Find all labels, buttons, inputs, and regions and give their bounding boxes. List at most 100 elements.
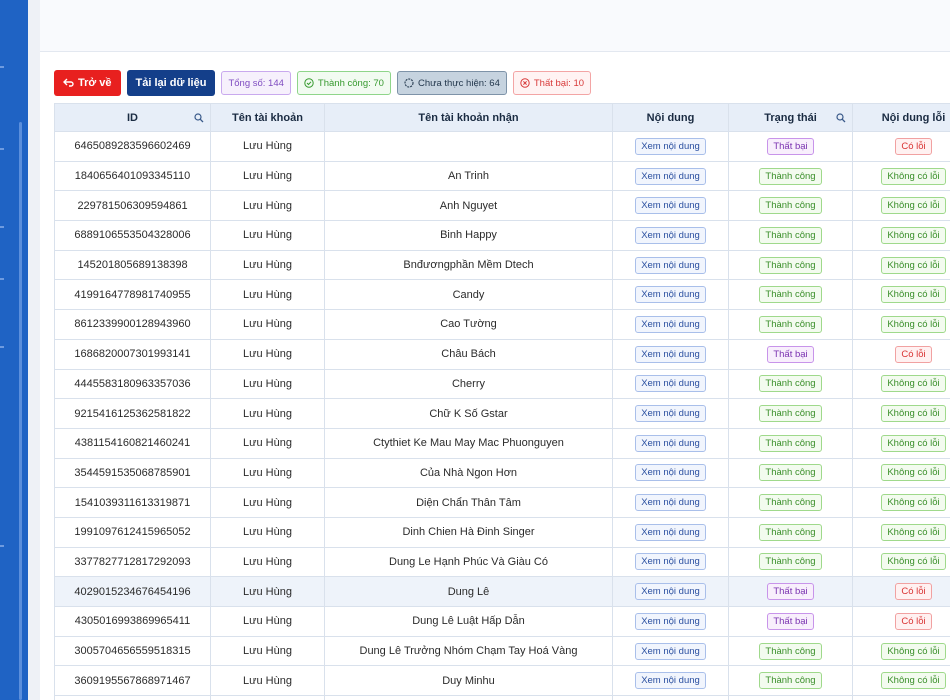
failed-count-label: Thất bại: 10 — [533, 77, 585, 89]
view-content-button[interactable]: Xem nội dung — [635, 375, 706, 393]
column-header-label: Tên tài khoản nhận — [418, 111, 519, 124]
view-content-button[interactable]: Xem nội dung — [635, 315, 706, 333]
table-row[interactable]: 9215416125362581822 Lưu Hùng Chữ K Số Gsta… — [54, 398, 950, 429]
table-row[interactable]: 4029015234676454196 Lưu Hùng Dung Lê Xem nộ… — [54, 576, 950, 607]
table-row[interactable]: 3005704656559518315 Lưu Hùng Dung Lê Trưởn… — [54, 635, 950, 667]
cell-status — [728, 695, 853, 700]
row-receiver: Châu Bách — [441, 348, 496, 361]
status-badge: Thành công — [759, 494, 822, 512]
cell-id: 4445583180963357036 — [54, 368, 211, 400]
table-row[interactable]: 3544591535068785901 Lưu Hùng Của Nhà Ngon … — [54, 457, 950, 489]
table-row[interactable]: 6465089283596602469 Lưu Hùng Xem nội dung T… — [54, 131, 950, 162]
error-badge: Có lỗi — [895, 583, 932, 601]
success-count-badge[interactable]: Thành công: 70 — [296, 71, 391, 95]
table-row[interactable]: 1686820007301993141 Lưu Hùng Châu Bách Xem … — [54, 338, 950, 370]
view-content-button[interactable]: Xem nội dung — [635, 286, 706, 304]
cell-error: Có lỗi — [852, 131, 950, 162]
cell-status: Thành công — [728, 160, 853, 192]
cell-id: 3377827712817292093 — [54, 546, 211, 578]
cell-receiver: Bnđươngphần Mềm Dtech — [324, 249, 613, 281]
table-row[interactable]: 4305016993869965411 Lưu Hùng Dung Lê Luật … — [54, 606, 950, 637]
table-row[interactable]: 3377827712817292093 Lưu Hùng Dung Le Hạnh … — [54, 546, 950, 578]
view-content-button[interactable]: Xem nội dung — [635, 434, 706, 452]
table-row[interactable]: 2297815063095948​61 Lưu Hùng Anh Nguyet Xem… — [54, 190, 950, 222]
view-content-button[interactable]: Xem nội dung — [635, 583, 706, 601]
view-content-button[interactable]: Xem nội dung — [635, 553, 706, 571]
table-row[interactable]: 1541039311613319871 Lưu Hùng Diện Chẩn Thâ… — [54, 487, 950, 518]
view-content-button[interactable]: Xem nội dung — [635, 494, 706, 512]
row-id: 4305016993869965411 — [74, 615, 191, 628]
cell-content: Xem nội dung — [612, 131, 729, 162]
column-header-account[interactable]: Tên tài khoản — [210, 103, 325, 132]
view-content-button[interactable]: Xem nội dung — [635, 256, 706, 274]
view-content-button[interactable]: Xem nội dung — [635, 226, 706, 244]
column-header-id[interactable]: ID — [54, 103, 211, 132]
view-content-button[interactable]: Xem nội dung — [635, 464, 706, 482]
view-content-button[interactable]: Xem nội dung — [635, 642, 706, 660]
table-row[interactable]: 1991097612415965052 Lưu Hùng Dinh Chien Hà… — [54, 516, 950, 548]
view-content-button[interactable]: Xem nội dung — [635, 405, 706, 423]
view-content-button[interactable]: Xem nội dung — [635, 197, 706, 215]
error-badge: Không có lỗi — [881, 642, 946, 660]
table-row[interactable]: 4381154160821460241 Lưu Hùng Ctythiet Ke M… — [54, 427, 950, 459]
back-button[interactable]: Trở về — [54, 70, 121, 96]
sidebar-gutter — [28, 0, 40, 700]
cell-account: Lưu Hùng — [210, 131, 325, 162]
cell-account: Lưu Hùng — [210, 635, 325, 667]
row-account: Lưu Hùng — [243, 674, 292, 687]
table-row[interactable] — [54, 695, 950, 700]
pending-count-badge[interactable]: Chưa thực hiện: 64 — [396, 71, 507, 95]
cell-receiver: Dinh Chien Hà Đinh Singer — [324, 516, 613, 548]
view-content-button[interactable]: Xem nội dung — [635, 345, 706, 363]
cell-content: Xem nội dung — [612, 546, 729, 578]
cell-id: 6889106553504328006 — [54, 220, 211, 251]
table-row[interactable]: 6889106553504328006 Lưu Hùng Binh Happy Xem… — [54, 220, 950, 251]
row-account: Lưu Hùng — [243, 140, 292, 153]
view-content-button[interactable]: Xem nội dung — [635, 137, 706, 155]
cell-receiver: Ctythiet Ke Mau May Mac Phuonguyen — [324, 427, 613, 459]
sidebar-marker — [0, 346, 4, 348]
view-content-button[interactable]: Xem nội dung — [635, 523, 706, 541]
close-circle-icon — [520, 78, 530, 88]
column-header-error[interactable]: Nội dung lỗi — [852, 103, 950, 132]
row-id: 4445583180963357036 — [74, 377, 191, 390]
cell-account: Lưu Hùng — [210, 309, 325, 340]
table-row[interactable]: 8612339900128943960 Lưu Hùng Cao Tường Xem … — [54, 309, 950, 340]
column-header-label: Nội dung lỗi — [881, 111, 946, 124]
sidebar-marker — [0, 226, 4, 228]
column-header-status[interactable]: Trạng thái — [728, 103, 853, 132]
cell-id: 1541039311613319871 — [54, 487, 211, 518]
cell-receiver: Dung Lê Trưởng Nhóm Chạm Tay Hoá Vàng — [324, 635, 613, 667]
reload-data-button[interactable]: Tải lại dữ liệu — [126, 70, 216, 96]
cell-status: Thành công — [728, 368, 853, 400]
row-account: Lưu Hùng — [243, 496, 292, 509]
cell-status: Thành công — [728, 487, 853, 518]
total-count-badge[interactable]: Tổng số: 144 — [221, 71, 291, 95]
row-account: Lưu Hùng — [243, 407, 292, 420]
sidebar-scrollbar[interactable] — [19, 122, 22, 700]
search-icon[interactable] — [836, 113, 846, 123]
row-receiver: Anh Nguyet — [439, 199, 498, 212]
column-header-content[interactable]: Nội dung — [612, 103, 729, 132]
row-receiver: Ctythiet Ke Mau May Mac Phuonguyen — [373, 437, 564, 450]
table-row[interactable]: 1452018056891383​98 Lưu Hùng Bnđươngphần M… — [54, 249, 950, 281]
cell-content: Xem nội dung — [612, 279, 729, 311]
row-receiver: Cherry — [451, 377, 485, 390]
view-content-button[interactable]: Xem nội dung — [635, 672, 706, 690]
row-account: Lưu Hùng — [243, 318, 292, 331]
table-row[interactable]: 4445583180963357036 Lưu Hùng Cherry Xem nội… — [54, 368, 950, 400]
error-badge: Không có lỗi — [881, 375, 946, 393]
table-row[interactable]: 1840656401093345110 Lưu Hùng An Trinh Xem n… — [54, 160, 950, 192]
view-content-button[interactable]: Xem nội dung — [635, 612, 706, 630]
column-header-receiver[interactable]: Tên tài khoản nhận — [324, 103, 613, 132]
cell-error: Có lỗi — [852, 338, 950, 370]
cell-account: Lưu Hùng — [210, 427, 325, 459]
table-row[interactable]: 4199164778981740955 Lưu Hùng Candy Xem nội … — [54, 279, 950, 311]
row-account: Lưu Hùng — [243, 585, 292, 598]
cell-content: Xem nội dung — [612, 160, 729, 192]
search-icon[interactable] — [194, 113, 204, 123]
view-content-button[interactable]: Xem nội dung — [635, 167, 706, 185]
table-row[interactable]: 3609195567868971467 Lưu Hùng Duy Minhu Xem … — [54, 665, 950, 697]
failed-count-badge[interactable]: Thất bại: 10 — [512, 71, 592, 95]
cell-receiver: Anh Nguyet — [324, 190, 613, 222]
